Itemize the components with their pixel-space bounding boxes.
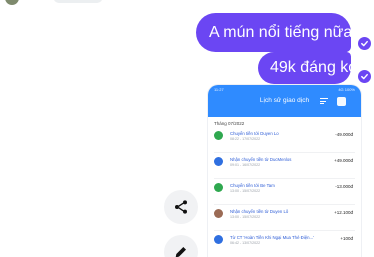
transaction-title: Chuyển tiền tới Be Tam	[230, 183, 275, 188]
transaction-time: 08:22 - 17/07/2022	[230, 137, 261, 141]
month-header: Tháng 07/2022	[214, 121, 245, 126]
screenshot-app-header: 11:27 4G 100% Lịch sử giao dịch	[208, 85, 361, 117]
filter-icon	[320, 98, 328, 105]
transaction-row: Nhận chuyển tiền từ Duyen Lô 13:00 - 15/…	[208, 205, 361, 231]
share-icon	[175, 200, 187, 214]
app-menu-icon	[337, 97, 346, 106]
transaction-time: 13:00 - 15/07/2022	[230, 215, 261, 219]
seen-check-icon	[358, 70, 371, 83]
cashback-icon	[214, 235, 223, 244]
contact-photo-icon	[214, 209, 223, 218]
sent-message-2[interactable]: 49k đáng ko	[258, 52, 357, 84]
contact-avatar[interactable]	[5, 0, 19, 5]
transfer-icon	[214, 131, 223, 140]
transaction-row: Nhận chuyển tiền từ DucMenlos 09:01 - 16…	[208, 153, 361, 179]
transaction-time: 06:42 - 13/07/2022	[230, 241, 261, 245]
chat-screen: A mún nổi tiếng nữa rồi 49k đáng ko 11:2…	[0, 0, 374, 257]
transaction-title: Nhận chuyển tiền từ DucMenlos	[230, 157, 292, 162]
share-button[interactable]	[164, 190, 198, 224]
transaction-row: Từ CT 'Hoàn Tiền Khi Ngại Mua Thẻ Điện..…	[208, 231, 361, 257]
screenshot-status-time: 11:27	[214, 87, 224, 92]
screenshot-status-indicators: 4G 100%	[338, 87, 355, 92]
transaction-amount: +12.100đ	[334, 210, 353, 215]
edit-icon	[175, 247, 186, 257]
shared-screenshot-image[interactable]: 11:27 4G 100% Lịch sử giao dịch Tháng 07…	[208, 85, 361, 257]
sent-message-1[interactable]: A mún nổi tiếng nữa rồi	[196, 13, 374, 52]
transaction-amount: -13.000đ	[335, 184, 353, 189]
message-text: A mún nổi tiếng nữa rồi	[209, 24, 374, 41]
transaction-title: Từ CT 'Hoàn Tiền Khi Ngại Mua Thẻ Điện..…	[230, 235, 314, 240]
transaction-amount: -49.000đ	[335, 132, 353, 137]
transaction-row: Chuyển tiền tới Be Tam 13:00 - 15/07/202…	[208, 179, 361, 205]
transfer-icon	[214, 183, 223, 192]
transaction-time: 13:00 - 15/07/2022	[230, 189, 261, 193]
screenshot-transaction-list: Tháng 07/2022 Chuyển tiền tới Duyen Lo 0…	[208, 117, 361, 257]
transaction-amount: +100đ	[340, 236, 353, 241]
seen-check-icon	[358, 37, 371, 50]
transaction-time: 09:01 - 16/07/2022	[230, 163, 261, 167]
receive-icon	[214, 157, 223, 166]
message-text: 49k đáng ko	[270, 59, 358, 76]
transaction-title: Nhận chuyển tiền từ Duyen Lô	[230, 209, 289, 214]
edit-button[interactable]	[164, 235, 198, 257]
transaction-amount: +49.000đ	[334, 158, 353, 163]
previous-message-bubble	[53, 0, 103, 3]
transaction-title: Chuyển tiền tới Duyen Lo	[230, 131, 279, 136]
transaction-row: Chuyển tiền tới Duyen Lo 08:22 - 17/07/2…	[208, 127, 361, 153]
